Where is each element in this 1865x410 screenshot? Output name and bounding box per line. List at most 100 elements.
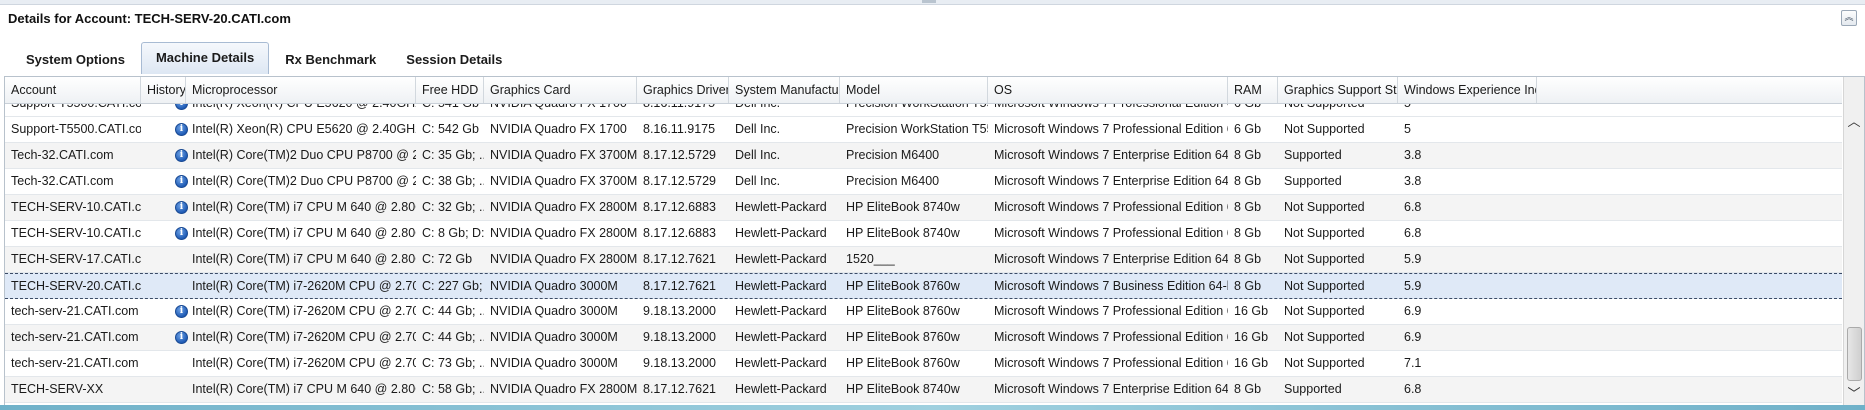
- tab-rx-benchmark[interactable]: Rx Benchmark: [271, 46, 390, 74]
- column-header-graphics-card[interactable]: Graphics Card: [484, 77, 637, 103]
- cell-microprocessor: Intel(R) Xeon(R) CPU E5620 @ 2.40GHz: [192, 122, 416, 136]
- cell-ram: 8 Gb: [1234, 382, 1262, 396]
- cell-os: Microsoft Windows 7 Enterprise Edition 6…: [994, 174, 1228, 188]
- column-header-os[interactable]: OS: [988, 77, 1228, 103]
- cell-system-manufacturer: Hewlett-Packard: [735, 200, 827, 214]
- column-header-graphics-driver[interactable]: Graphics Driver: [637, 77, 729, 103]
- cell-ram: 8 Gb: [1234, 174, 1262, 188]
- cell-graphics-driver: 9.18.13.2000: [643, 356, 716, 370]
- cell-free-hdd: C: 541 Gb: [416, 104, 484, 116]
- cell-microprocessor: Intel(R) Core(TM) i7-2620M CPU @ 2.70GHz: [192, 330, 416, 344]
- cell-graphics-support-status: Supported: [1284, 148, 1342, 162]
- table-row[interactable]: TECH-SERV-10.CATI.com i Intel(R) Core(TM…: [5, 221, 1842, 247]
- cell-graphics-support-status: Not Supported: [1284, 252, 1365, 266]
- grid-header: Account History Microprocessor Free HDD …: [5, 77, 1842, 104]
- table-row-selected[interactable]: TECH-SERV-20.CATI.com Intel(R) Core(TM) …: [5, 273, 1842, 299]
- table-row[interactable]: Support-T5500.CATI.com i Intel(R) Xeon(R…: [5, 117, 1842, 143]
- cell-graphics-support-status: Not Supported: [1284, 122, 1365, 136]
- cell-graphics-card: NVIDIA Quadro FX 2800M: [490, 382, 637, 396]
- cell-graphics-card: NVIDIA Quadro FX 3700M: [490, 174, 637, 188]
- tab-session-details[interactable]: Session Details: [392, 46, 516, 74]
- cell-account: Support-T5500.CATI.com: [5, 104, 141, 116]
- vertical-scrollbar[interactable]: ︿ ﹀: [1843, 77, 1864, 405]
- cell-microprocessor: Intel(R) Core(TM) i7-2620M CPU @ 2.70GHz: [192, 304, 416, 318]
- cell-account: TECH-SERV-XX: [11, 382, 104, 396]
- column-header-model[interactable]: Model: [840, 77, 988, 103]
- cell-ram: 8 Gb: [1234, 200, 1262, 214]
- table-row[interactable]: tech-serv-21.CATI.com i Intel(R) Core(TM…: [5, 325, 1842, 351]
- cell-windows-experience-index: 6.8: [1404, 382, 1422, 396]
- cell-model: HP EliteBook 8760w: [846, 356, 960, 370]
- cell-free-hdd: C: 73 Gb; ...: [422, 356, 484, 370]
- tab-system-options[interactable]: System Options: [12, 46, 139, 74]
- cell-system-manufacturer: Hewlett-Packard: [735, 304, 827, 318]
- table-row[interactable]: TECH-SERV-17.CATI.com Intel(R) Core(TM) …: [5, 247, 1842, 273]
- cell-os: Microsoft Windows 7 Professional Edition…: [994, 226, 1228, 240]
- cell-model: HP EliteBook 8740w: [846, 200, 960, 214]
- cell-ram: 8 Gb: [1234, 279, 1262, 293]
- cell-os: Microsoft Windows 7 Professional Edition…: [994, 122, 1228, 136]
- scroll-down-arrow-icon[interactable]: ﹀: [1844, 385, 1864, 403]
- tab-bar: System Options Machine Details Rx Benchm…: [12, 42, 518, 74]
- cell-model: HP EliteBook 8740w: [846, 382, 960, 396]
- resize-grip[interactable]: [922, 0, 936, 3]
- cell-ram: 8 Gb: [1234, 148, 1262, 162]
- cell-microprocessor: Intel(R) Core(TM)2 Duo CPU P8700 @ 2.53G…: [192, 148, 416, 162]
- cell-free-hdd: C: 8 Gb; D:...: [422, 226, 484, 240]
- cell-ram: 16 Gb: [1234, 356, 1269, 370]
- cell-free-hdd: C: 72 Gb: [422, 252, 473, 266]
- cell-microprocessor: Intel(R) Core(TM) i7 CPU M 640 @ 2.80GHz: [192, 382, 416, 396]
- cell-graphics-card: NVIDIA Quadro 3000M: [490, 279, 618, 293]
- cell-windows-experience-index: 5: [1404, 122, 1411, 136]
- table-row[interactable]: tech-serv-21.CATI.com Intel(R) Core(TM) …: [5, 351, 1842, 377]
- cell-system-manufacturer: Dell Inc.: [729, 104, 840, 116]
- cell-free-hdd: C: 38 Gb; ...: [422, 174, 484, 188]
- cell-graphics-card: NVIDIA Quadro FX 1700: [490, 122, 627, 136]
- cell-graphics-card: NVIDIA Quadro FX 3700M: [490, 148, 637, 162]
- cell-model: Precision M6400: [846, 174, 940, 188]
- column-header-windows-experience-index[interactable]: Windows Experience Index: [1398, 77, 1537, 103]
- cell-graphics-driver: 8.17.12.6883: [643, 226, 716, 240]
- scrollbar-thumb[interactable]: [1847, 327, 1862, 381]
- tab-machine-details[interactable]: Machine Details: [140, 42, 270, 74]
- cell-account: TECH-SERV-10.CATI.com: [11, 226, 141, 240]
- cell-graphics-card: NVIDIA Quadro FX 2800M: [490, 226, 637, 240]
- column-header-free-hdd[interactable]: Free HDD: [416, 77, 484, 103]
- table-row[interactable]: tech-serv-21.CATI.com i Intel(R) Core(TM…: [5, 299, 1842, 325]
- cell-system-manufacturer: Dell Inc.: [735, 122, 781, 136]
- cell-free-hdd: C: 44 Gb; ...: [422, 304, 484, 318]
- grid-body: Support-T5500.CATI.com i Intel(R) Xeon(R…: [5, 104, 1842, 405]
- table-row[interactable]: TECH-SERV-10.CATI.com i Intel(R) Core(TM…: [5, 195, 1842, 221]
- table-row[interactable]: Support-T5500.CATI.com i Intel(R) Xeon(R…: [5, 104, 1842, 117]
- cell-account: Support-T5500.CATI.com: [11, 122, 141, 136]
- cell-graphics-driver: 8.17.12.5729: [643, 174, 716, 188]
- window-title: Details for Account: TECH-SERV-20.CATI.c…: [8, 11, 291, 26]
- cell-system-manufacturer: Hewlett-Packard: [735, 330, 827, 344]
- cell-graphics-card: NVIDIA Quadro FX 1700: [484, 104, 637, 116]
- cell-free-hdd: C: 542 Gb: [422, 122, 479, 136]
- column-header-ram[interactable]: RAM: [1228, 77, 1278, 103]
- column-header-history[interactable]: History: [141, 77, 186, 103]
- cell-system-manufacturer: Hewlett-Packard: [735, 279, 827, 293]
- scroll-up-arrow-icon[interactable]: ︿: [1844, 113, 1864, 131]
- cell-os: Microsoft Windows 7 Enterprise Edition 6…: [994, 382, 1228, 396]
- column-header-account[interactable]: Account: [5, 77, 141, 103]
- cell-graphics-card: NVIDIA Quadro FX 2800M: [490, 200, 637, 214]
- column-header-microprocessor[interactable]: Microprocessor: [186, 77, 416, 103]
- cell-graphics-driver: 9.18.13.2000: [643, 330, 716, 344]
- cell-ram: 8 Gb: [1234, 252, 1262, 266]
- cell-ram: 6 Gb: [1234, 122, 1262, 136]
- column-header-system-manufacturer[interactable]: System Manufacturer: [729, 77, 840, 103]
- table-row[interactable]: Tech-32.CATI.com i Intel(R) Core(TM)2 Du…: [5, 169, 1842, 195]
- table-row[interactable]: TECH-SERV-XX Intel(R) Core(TM) i7 CPU M …: [5, 377, 1842, 403]
- cell-account: TECH-SERV-20.CATI.com: [11, 279, 141, 293]
- cell-graphics-driver: 9.18.13.2000: [643, 304, 716, 318]
- column-header-graphics-support-status[interactable]: Graphics Support Status: [1278, 77, 1398, 103]
- table-row[interactable]: Tech-32.CATI.com i Intel(R) Core(TM)2 Du…: [5, 143, 1842, 169]
- cell-account: tech-serv-21.CATI.com: [11, 356, 139, 370]
- cell-account: TECH-SERV-10.CATI.com: [11, 200, 141, 214]
- cell-graphics-card: NVIDIA Quadro 3000M: [490, 330, 618, 344]
- cell-microprocessor: Intel(R) Core(TM) i7 CPU M 640 @ 2.80GHz: [192, 252, 416, 266]
- cell-model: HP EliteBook 8760w: [846, 279, 960, 293]
- double-chevron-up-icon[interactable]: ︽: [1841, 10, 1857, 26]
